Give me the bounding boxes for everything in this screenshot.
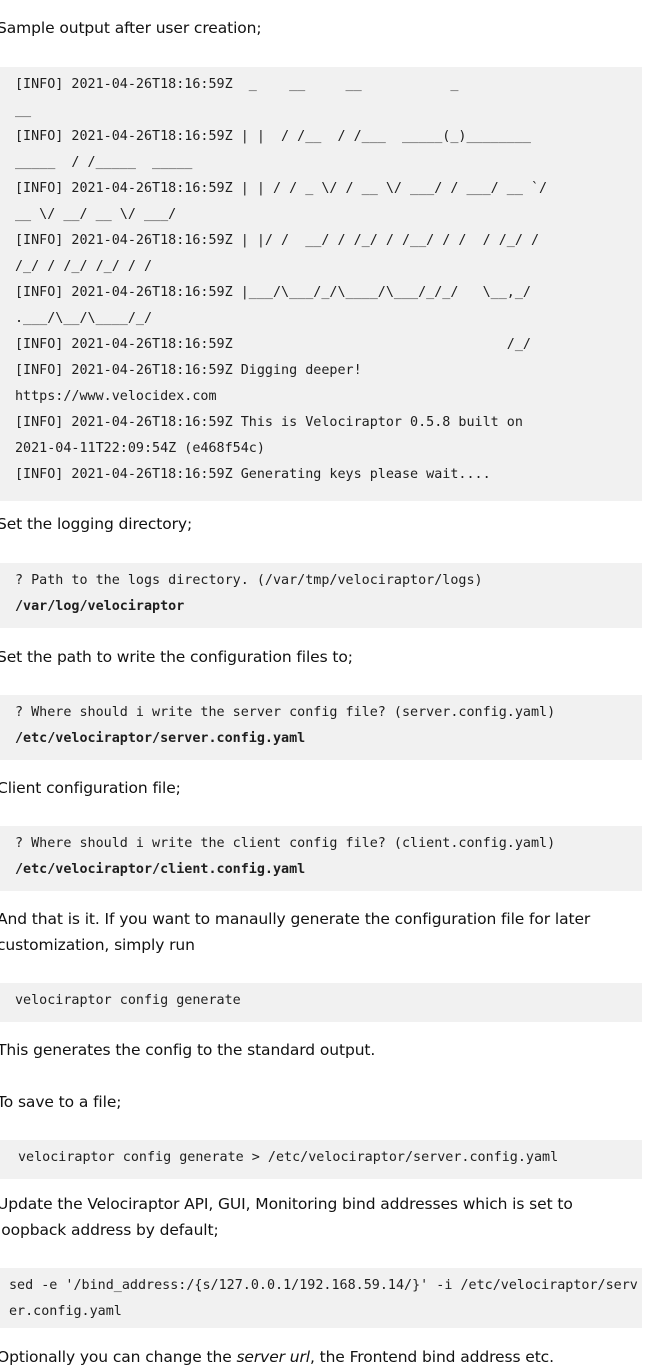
log-line: [INFO] 2021-04-26T18:16:59Z | |/ / __/ /… [15, 233, 540, 248]
config-path-paragraph: Set the path to write the configuration … [0, 648, 353, 666]
log-line: [INFO] 2021-04-26T18:16:59Z | | / /__ / … [15, 129, 531, 144]
log-line: [INFO] 2021-04-26T18:16:59Z | | / / _ \/… [15, 181, 548, 196]
log-line: __ \/ __/ __ \/ ___/ [15, 207, 177, 222]
server-prompt-block: ? Where should i write the server config… [0, 695, 642, 760]
logging-prompt-block: ? Path to the logs directory. (/var/tmp/… [0, 563, 642, 628]
log-line: 2021-04-11T22:09:54Z (e468f54c) [15, 441, 265, 456]
log-line: /_/ / /_/ /_/ / / [15, 259, 153, 274]
optional-text-before: Optionally you can change the [0, 1348, 237, 1366]
generate-cmd-block: velociraptor config generate [0, 983, 642, 1022]
generate-cmd: velociraptor config generate [15, 993, 241, 1008]
log-output-block: [INFO] 2021-04-26T18:16:59Z _ __ __ _ __ [… [0, 67, 642, 501]
client-prompt: ? Where should i write the client config… [15, 836, 556, 851]
client-answer: /etc/velociraptor/client.config.yaml [15, 862, 306, 877]
save-cmd-block: velociraptor config generate > /etc/velo… [0, 1140, 642, 1179]
log-line: .___/\__/\____/_/ [15, 311, 153, 326]
optional-paragraph: Optionally you can change the server url… [0, 1344, 554, 1370]
sed-cmd-block: sed -e '/bind_address:/{s/127.0.0.1/192.… [0, 1268, 642, 1328]
manual-paragraph: And that is it. If you want to manaully … [0, 910, 591, 954]
server-answer: /etc/velociraptor/server.config.yaml [15, 731, 306, 746]
optional-text-after: , the Frontend bind address etc. [309, 1348, 554, 1366]
log-line: _____ / /_____ _____ [15, 155, 193, 170]
stdout-paragraph: This generates the config to the standar… [0, 1041, 376, 1059]
log-line: [INFO] 2021-04-26T18:16:59Z _ __ __ _ [15, 77, 459, 92]
bind-paragraph: Update the Velociraptor API, GUI, Monito… [0, 1195, 573, 1239]
save-paragraph: To save to a file; [0, 1093, 122, 1111]
logging-paragraph: Set the logging directory; [0, 515, 193, 533]
log-line: [INFO] 2021-04-26T18:16:59Z |___/\___/_/… [15, 285, 531, 300]
logging-answer: /var/log/velociraptor [15, 599, 185, 614]
server-url-emphasis: server url [236, 1348, 310, 1366]
log-line: https://www.velocidex.com [15, 389, 217, 404]
log-line: [INFO] 2021-04-26T18:16:59Z This is Velo… [15, 415, 523, 430]
log-line: [INFO] 2021-04-26T18:16:59Z Generating k… [15, 467, 491, 482]
save-cmd: velociraptor config generate > /etc/velo… [18, 1150, 559, 1165]
log-line: [INFO] 2021-04-26T18:16:59Z /_/ [15, 337, 531, 352]
sed-cmd: sed -e '/bind_address:/{s/127.0.0.1/192.… [9, 1278, 638, 1319]
logging-prompt: ? Path to the logs directory. (/var/tmp/… [15, 573, 483, 588]
server-prompt: ? Where should i write the server config… [15, 705, 556, 720]
log-line: [INFO] 2021-04-26T18:16:59Z Digging deep… [15, 363, 362, 378]
intro-paragraph: Sample output after user creation; [0, 19, 262, 37]
client-prompt-block: ? Where should i write the client config… [0, 826, 642, 891]
log-line: __ [15, 103, 32, 118]
client-paragraph: Client configuration file; [0, 779, 181, 797]
